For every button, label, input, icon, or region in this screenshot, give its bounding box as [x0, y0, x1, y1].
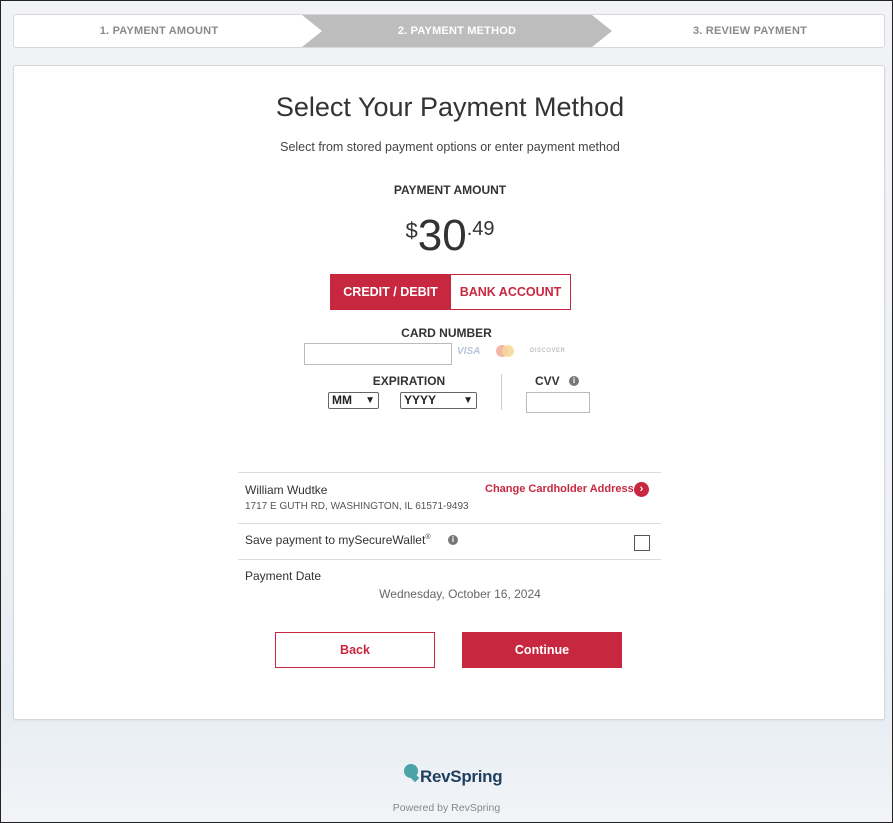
payment-date-value: Wednesday, October 16, 2024 — [379, 587, 541, 601]
payment-method-card: Select Your Payment Method Select from s… — [13, 65, 885, 720]
powered-by-text: Powered by RevSpring — [392, 802, 501, 814]
expiration-month-select[interactable]: MM ▼ — [328, 392, 379, 409]
step-payment-method: 2. PAYMENT METHOD — [302, 15, 612, 47]
cvv-label: CVV — [535, 374, 560, 388]
card-number-label: CARD NUMBER — [401, 326, 492, 340]
card-number-input[interactable] — [304, 343, 452, 365]
step-review-payment: 3. REVIEW PAYMENT — [692, 25, 808, 37]
logo-text: RevSpring — [420, 767, 503, 786]
progress-stepper: 1. PAYMENT AMOUNT 2. PAYMENT METHOD 3. R… — [13, 14, 885, 48]
chevron-right-icon[interactable]: › — [634, 482, 649, 497]
chevron-down-icon: ▼ — [463, 395, 473, 406]
cvv-input[interactable] — [526, 392, 590, 413]
expiration-year-select[interactable]: YYYY ▼ — [400, 392, 477, 409]
visa-icon: VISA — [457, 346, 481, 357]
cardholder-name: William Wudtke — [245, 483, 328, 497]
save-wallet-label: Save payment to mySecureWallet® — [245, 533, 431, 547]
continue-button[interactable]: Continue — [462, 632, 622, 668]
discover-icon: DISCOVER — [530, 348, 566, 354]
divider — [238, 559, 661, 560]
divider — [238, 472, 661, 473]
currency-symbol: $ — [405, 218, 418, 243]
step-payment-amount[interactable]: 1. PAYMENT AMOUNT — [14, 15, 304, 47]
divider — [238, 523, 661, 524]
field-divider — [501, 374, 502, 410]
save-wallet-checkbox[interactable] — [634, 535, 650, 551]
revspring-logo: RevSpring — [404, 762, 504, 792]
mastercard-icon — [496, 345, 514, 357]
amount-whole: 30 — [417, 211, 467, 260]
payment-date-label: Payment Date — [245, 569, 322, 583]
amount-cents: .49 — [466, 218, 495, 240]
tab-credit-debit[interactable]: CREDIT / DEBIT — [330, 274, 451, 310]
chevron-down-icon: ▼ — [365, 395, 375, 406]
info-icon[interactable]: i — [448, 535, 458, 545]
page-subtitle: Select from stored payment options or en… — [280, 140, 620, 154]
tab-bank-account[interactable]: BANK ACCOUNT — [451, 274, 571, 310]
payment-amount-value: $30.49 — [14, 212, 886, 260]
payment-type-tabs: CREDIT / DEBIT BANK ACCOUNT — [330, 274, 571, 310]
info-icon[interactable]: i — [569, 376, 579, 386]
cardholder-address: 1717 E GUTH RD, WASHINGTON, IL 61571-949… — [245, 501, 469, 512]
page-title: Select Your Payment Method — [275, 92, 625, 122]
month-select-value: MM — [332, 393, 352, 407]
payment-amount-label: PAYMENT AMOUNT — [393, 183, 507, 197]
change-cardholder-address-link[interactable]: Change Cardholder Address — [485, 483, 634, 495]
year-select-value: YYYY — [404, 393, 437, 407]
expiration-label: EXPIRATION — [372, 374, 446, 388]
back-button[interactable]: Back — [275, 632, 435, 668]
